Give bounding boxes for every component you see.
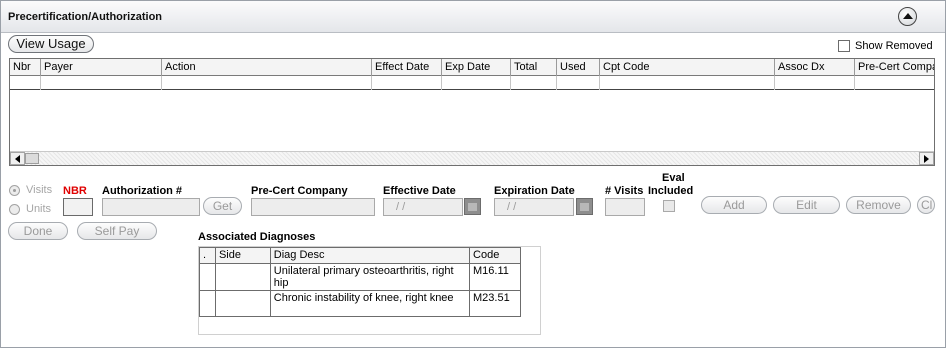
authorization-label: Authorization # [102, 185, 183, 197]
row-dot [199, 290, 216, 317]
associated-diagnoses-grid: . Side Diag Desc Code Unilateral primary… [198, 246, 541, 335]
precert-company-label: Pre-Cert Company [251, 185, 348, 197]
col-assoc-dx[interactable]: Assoc Dx [775, 59, 855, 76]
precert-company-input[interactable] [251, 198, 375, 216]
nbr-input[interactable] [63, 198, 93, 216]
clear-button[interactable]: Cl [917, 196, 935, 214]
table-row[interactable]: Chronic instability of knee, right knee … [199, 290, 521, 317]
col-action[interactable]: Action [162, 59, 372, 76]
row-side [214, 263, 271, 291]
col-used[interactable]: Used [557, 59, 600, 76]
visits-count-label: # Visits [605, 185, 644, 197]
col-cpt-code[interactable]: Cpt Code [600, 59, 775, 76]
row-side [214, 290, 271, 317]
calendar-icon[interactable] [464, 198, 481, 215]
view-usage-button[interactable]: View Usage [8, 35, 94, 53]
show-removed-checkbox[interactable] [838, 40, 850, 52]
calendar-icon[interactable] [576, 198, 593, 215]
units-radio[interactable] [9, 204, 20, 215]
units-radio-label: Units [26, 203, 52, 215]
visits-radio-label: Visits [26, 184, 53, 196]
row-diag-desc: Unilateral primary osteoarthritis, right… [269, 263, 471, 291]
eval-included-checkbox[interactable] [663, 200, 675, 212]
expiration-date-input[interactable]: / / [494, 198, 574, 216]
col-nbr[interactable]: Nbr [10, 59, 41, 76]
col-side[interactable]: Side [214, 247, 271, 264]
col-diag-desc[interactable]: Diag Desc [269, 247, 471, 264]
scroll-right-icon[interactable] [919, 152, 934, 165]
effective-date-label: Effective Date [383, 185, 456, 197]
get-button[interactable]: Get [203, 197, 242, 215]
grid-header: Nbr Payer Action Effect Date Exp Date To… [10, 59, 934, 76]
collapse-up-icon[interactable] [898, 7, 917, 26]
table-row[interactable]: Unilateral primary osteoarthritis, right… [199, 263, 521, 291]
associated-diagnoses-title: Associated Diagnoses [198, 231, 316, 243]
row-dot [199, 263, 216, 291]
col-total[interactable]: Total [511, 59, 557, 76]
row-code: M23.51 [469, 290, 521, 317]
precert-panel: Precertification/Authorization View Usag… [0, 0, 946, 348]
eval-label-line1: Eval [662, 172, 685, 184]
done-button[interactable]: Done [8, 222, 68, 240]
eval-label-line2: Included [648, 185, 694, 197]
panel-title: Precertification/Authorization [8, 11, 163, 23]
row-diag-desc: Chronic instability of knee, right knee [269, 290, 471, 317]
authorization-grid: Nbr Payer Action Effect Date Exp Date To… [9, 58, 935, 166]
panel-header: Precertification/Authorization [1, 1, 945, 33]
col-payer[interactable]: Payer [41, 59, 162, 76]
grid-empty-row[interactable] [10, 76, 934, 90]
scroll-left-icon[interactable] [10, 152, 25, 165]
col-exp-date[interactable]: Exp Date [442, 59, 511, 76]
nbr-label: NBR [63, 185, 87, 197]
expiration-date-label: Expiration Date [494, 185, 575, 197]
scroll-thumb[interactable] [25, 153, 39, 164]
show-removed-label: Show Removed [855, 40, 933, 52]
visits-radio[interactable] [9, 185, 20, 196]
add-button[interactable]: Add [701, 196, 767, 214]
row-code: M16.11 [469, 263, 521, 291]
effective-date-input[interactable]: / / [383, 198, 463, 216]
col-code[interactable]: Code [469, 247, 521, 264]
diagnoses-header: . Side Diag Desc Code [199, 247, 521, 264]
visits-count-input[interactable] [605, 198, 645, 216]
self-pay-button[interactable]: Self Pay [77, 222, 157, 240]
edit-button[interactable]: Edit [773, 196, 840, 214]
remove-button[interactable]: Remove [846, 196, 911, 214]
col-effect-date[interactable]: Effect Date [372, 59, 442, 76]
col-dot[interactable]: . [199, 247, 216, 264]
grid-horizontal-scrollbar[interactable] [10, 151, 934, 165]
authorization-input[interactable] [102, 198, 200, 216]
col-precert-company[interactable]: Pre-Cert Compa [855, 59, 934, 76]
